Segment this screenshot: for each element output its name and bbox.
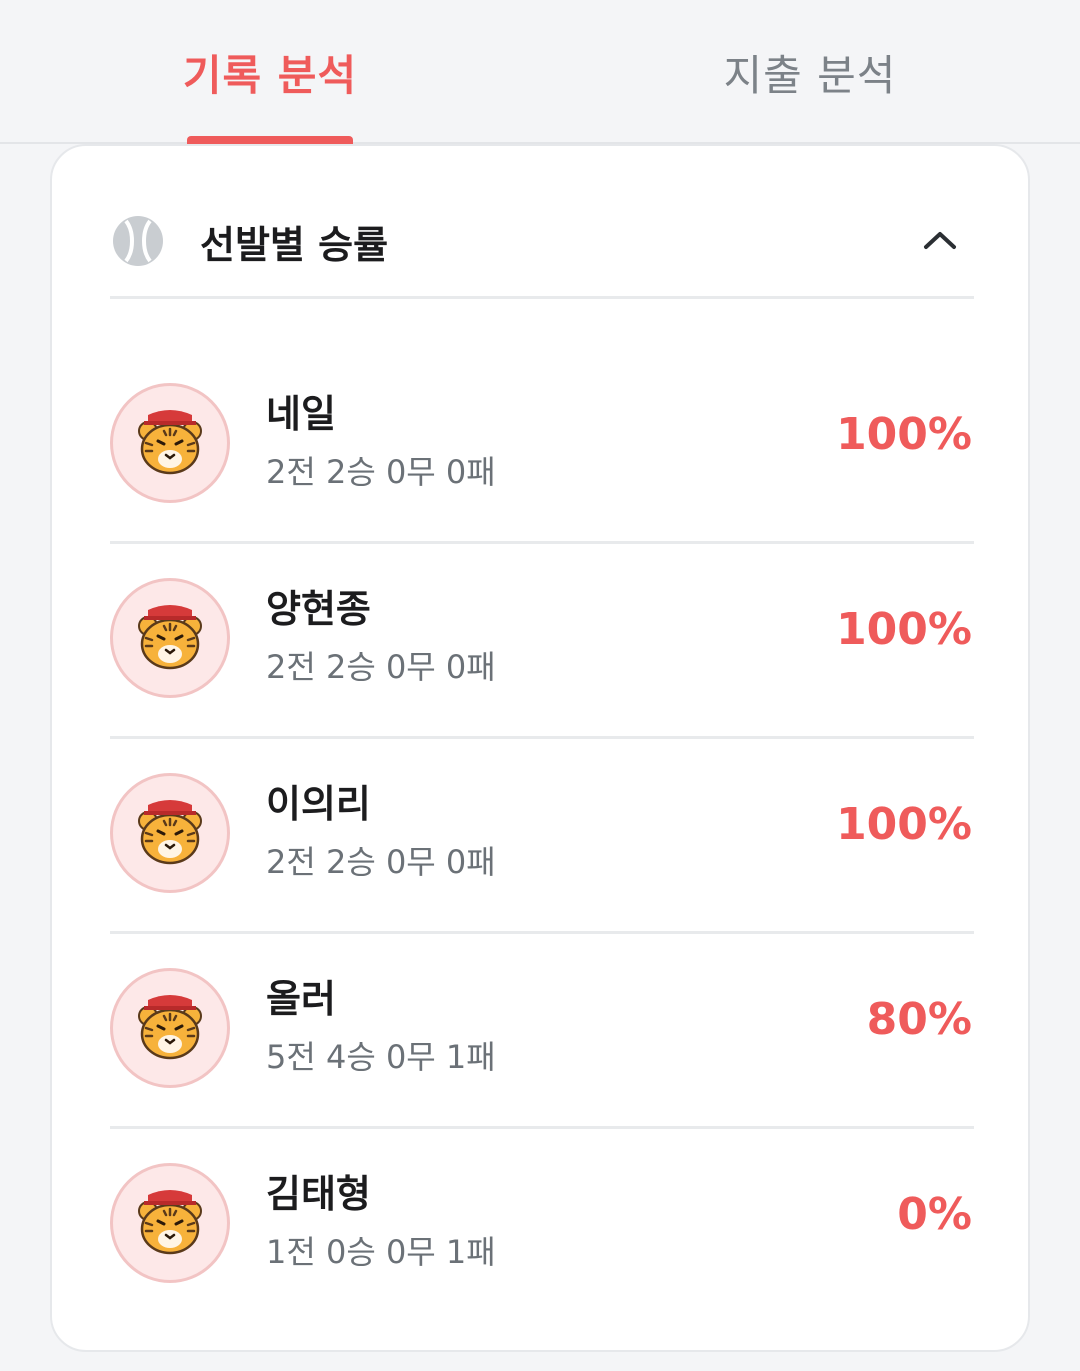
player-record: 2전 2승 0무 0패: [266, 843, 496, 881]
player-avatar: [110, 383, 230, 503]
starter-win-rate-card: 선발별 승률 네일 2전 2승 0무 0패 100% 양현종 2전 2승 0무 0패 1…: [50, 144, 1030, 1352]
player-name: 이의리: [266, 782, 371, 826]
player-name: 김태형: [266, 1172, 371, 1216]
player-row[interactable]: 이의리 2전 2승 0무 0패 100%: [110, 739, 974, 934]
tiger-mascot-icon: [138, 605, 202, 670]
player-row[interactable]: 김태형 1전 0승 0무 1패 0%: [110, 1129, 974, 1324]
player-win-rate: 100%: [836, 604, 972, 655]
player-record: 5전 4승 0무 1패: [266, 1038, 496, 1076]
player-avatar: [110, 1163, 230, 1283]
card-header[interactable]: 선발별 승률: [110, 186, 974, 296]
player-row[interactable]: 올러 5전 4승 0무 1패 80%: [110, 934, 974, 1129]
player-avatar: [110, 578, 230, 698]
player-avatar: [110, 968, 230, 1088]
tiger-mascot-icon: [138, 410, 202, 475]
tiger-mascot-icon: [138, 995, 202, 1060]
baseball-icon: [113, 216, 163, 266]
tiger-mascot-icon: [138, 1190, 202, 1255]
chevron-up-icon: [924, 232, 956, 249]
player-win-rate: 0%: [897, 1189, 972, 1240]
player-row[interactable]: 양현종 2전 2승 0무 0패 100%: [110, 544, 974, 739]
player-win-rate: 80%: [866, 994, 972, 1045]
player-name: 네일: [266, 392, 336, 436]
tab-expense-analysis[interactable]: 지출 분석: [670, 0, 950, 144]
player-name: 올러: [266, 977, 336, 1021]
collapse-button[interactable]: [914, 214, 966, 266]
header-divider: [110, 296, 974, 299]
player-avatar: [110, 773, 230, 893]
player-win-rate: 100%: [836, 409, 972, 460]
player-row[interactable]: 네일 2전 2승 0무 0패 100%: [110, 349, 974, 544]
player-win-rate: 100%: [836, 799, 972, 850]
tab-record-analysis[interactable]: 기록 분석: [130, 0, 410, 144]
player-record: 2전 2승 0무 0패: [266, 453, 496, 491]
analysis-tab-bar: 기록 분석 지출 분석: [0, 0, 1080, 144]
active-tab-indicator: [187, 136, 353, 144]
tiger-mascot-icon: [138, 800, 202, 865]
card-title: 선발별 승률: [200, 222, 389, 267]
player-record: 1전 0승 0무 1패: [266, 1233, 496, 1271]
player-name: 양현종: [266, 587, 371, 631]
player-record: 2전 2승 0무 0패: [266, 648, 496, 686]
